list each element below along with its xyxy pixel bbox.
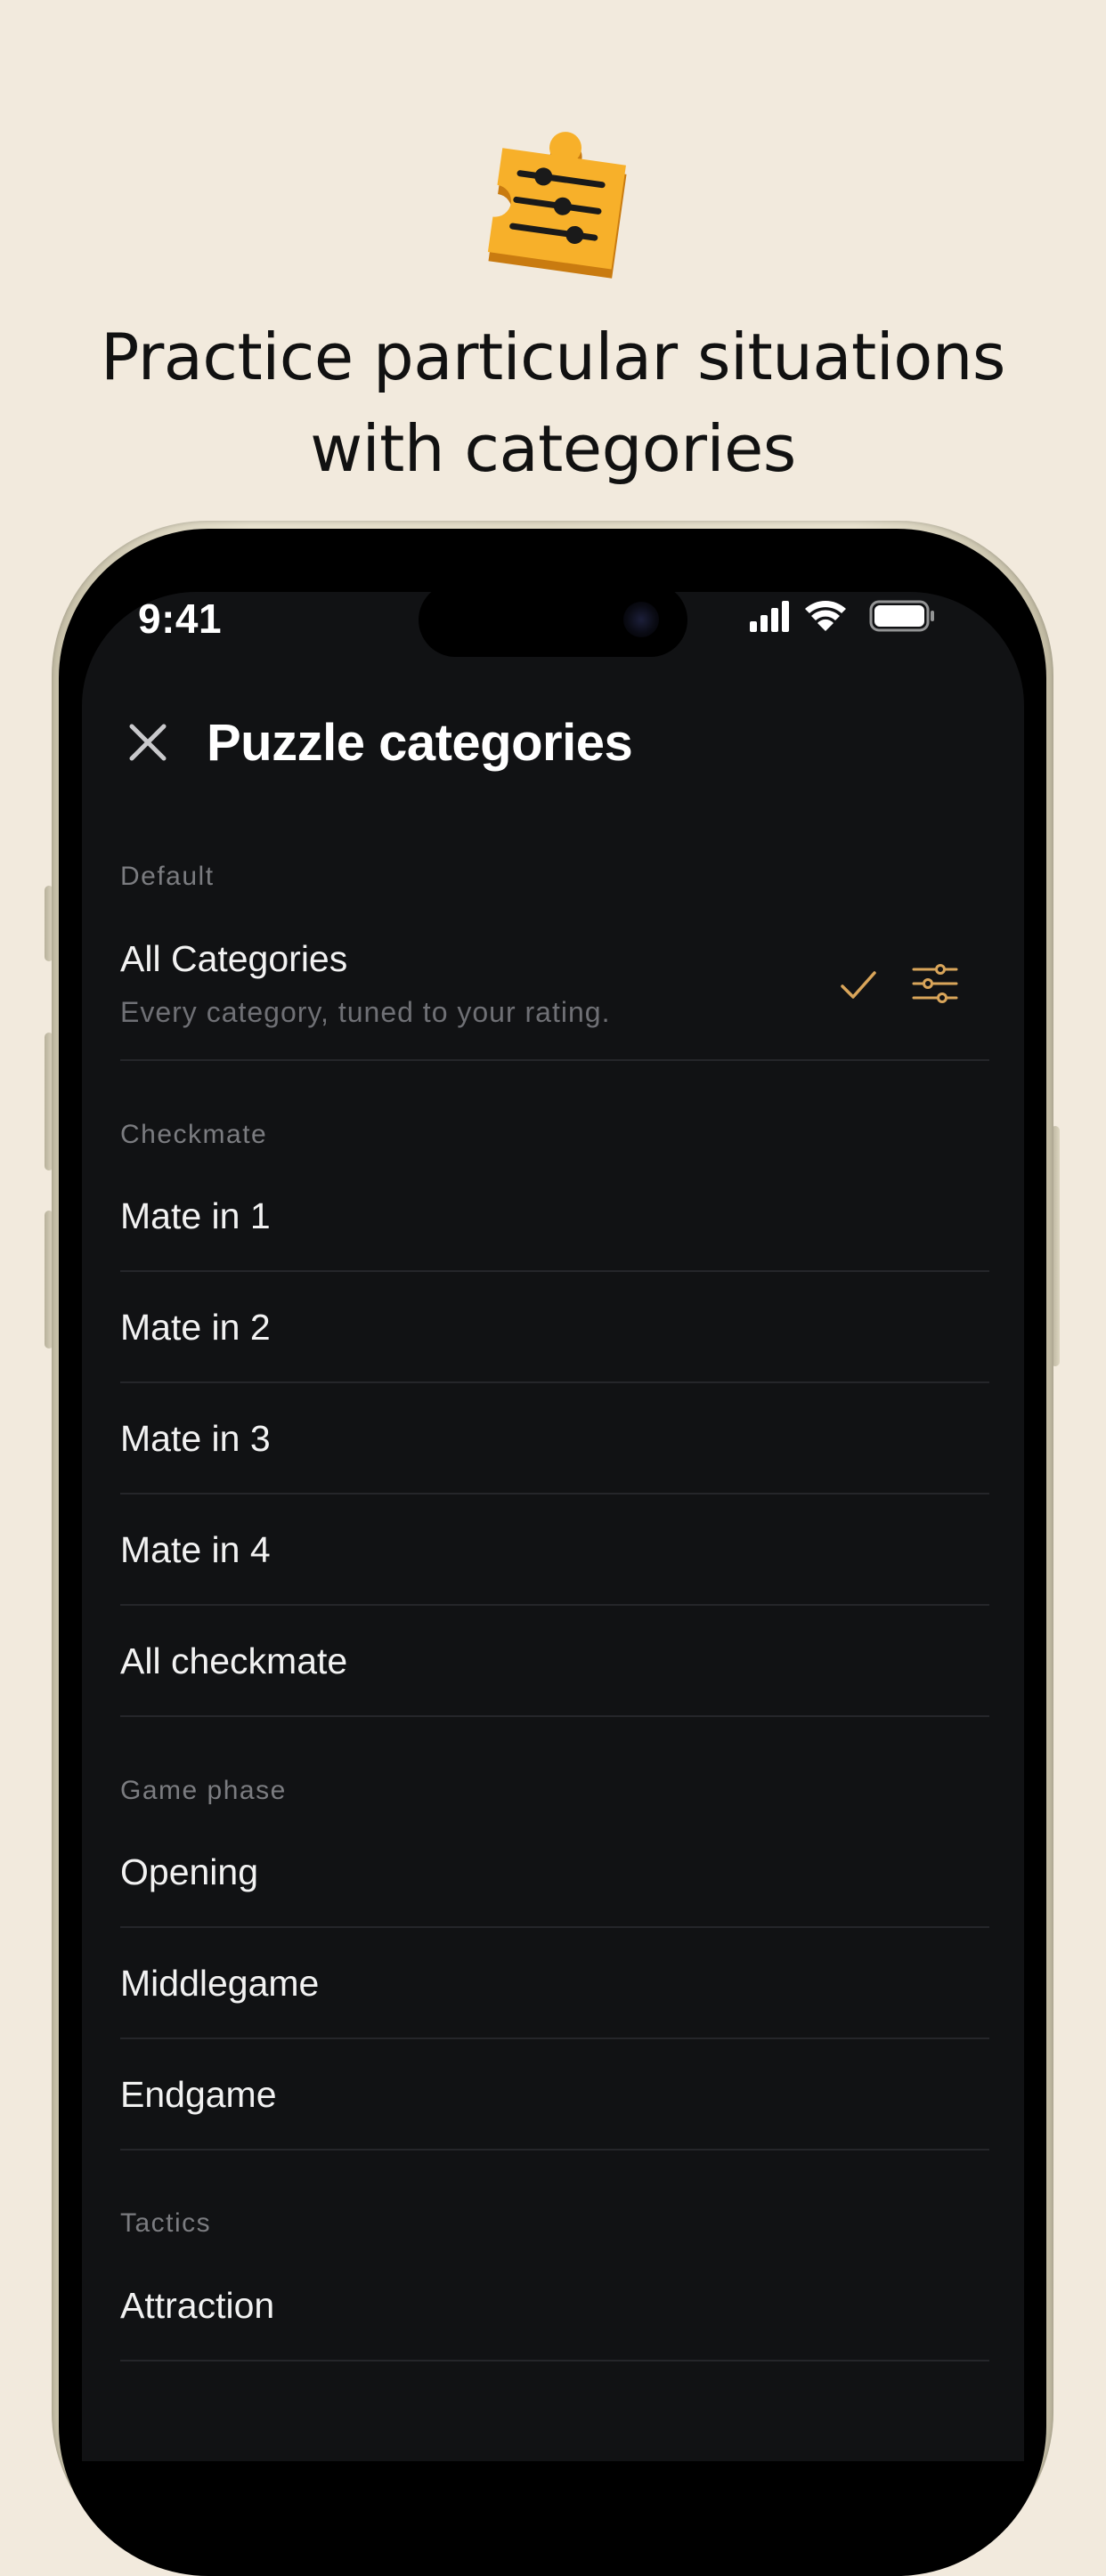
list-item-all-checkmate[interactable]: All checkmate (120, 1606, 989, 1716)
list-item-mate-in-2[interactable]: Mate in 2 (120, 1272, 989, 1382)
list-item-label: All Categories (120, 938, 348, 979)
list-item-label: Mate in 4 (120, 1529, 271, 1570)
sliders-settings-icon[interactable] (910, 959, 960, 1009)
checkmark-icon (841, 971, 876, 999)
divider (120, 2149, 989, 2151)
list-item-middlegame[interactable]: Middlegame (120, 1928, 989, 2038)
section-header-game-phase: Game phase (120, 1776, 287, 1805)
status-time: 9:41 (138, 595, 223, 642)
promo-headline-line1: Practice particular situations (101, 320, 1005, 394)
list-item-mate-in-1[interactable]: Mate in 1 (120, 1160, 989, 1271)
front-camera (623, 602, 659, 637)
cellular-signal-icon (750, 601, 789, 632)
list-item-endgame[interactable]: Endgame (120, 2039, 989, 2150)
page-title: Puzzle categories (207, 714, 633, 772)
battery-icon (869, 600, 934, 632)
list-item-subtitle: Every category, tuned to your rating. (120, 996, 611, 1028)
status-icons (750, 600, 934, 632)
list-item-label: Middlegame (120, 1963, 320, 2004)
list-item-label: Mate in 3 (120, 1418, 271, 1459)
close-button[interactable] (123, 717, 173, 767)
promo-headline: Practice particular situations with cate… (0, 312, 1106, 495)
list-item-label: Mate in 1 (120, 1195, 271, 1236)
list-item-label: Opening (120, 1851, 259, 1892)
list-item-label: Endgame (120, 2074, 277, 2115)
list-item-label: Attraction (120, 2285, 275, 2326)
divider (120, 2360, 989, 2361)
section-header-checkmate: Checkmate (120, 1120, 268, 1149)
divider (120, 1715, 989, 1717)
promo-headline-line2: with categories (310, 411, 796, 486)
list-item-mate-in-3[interactable]: Mate in 3 (120, 1383, 989, 1494)
close-icon (129, 724, 167, 761)
list-item-attraction[interactable]: Attraction (120, 2249, 989, 2360)
list-item-label: Mate in 2 (120, 1307, 271, 1348)
section-header-tactics: Tactics (120, 2208, 212, 2238)
wifi-icon (805, 601, 846, 631)
list-item-label: All checkmate (120, 1640, 348, 1681)
list-item-mate-in-4[interactable]: Mate in 4 (120, 1495, 989, 1605)
divider (120, 1059, 989, 1061)
puzzle-sliders-icon (487, 132, 627, 279)
list-item-opening[interactable]: Opening (120, 1816, 989, 1927)
section-header-default: Default (120, 862, 215, 891)
